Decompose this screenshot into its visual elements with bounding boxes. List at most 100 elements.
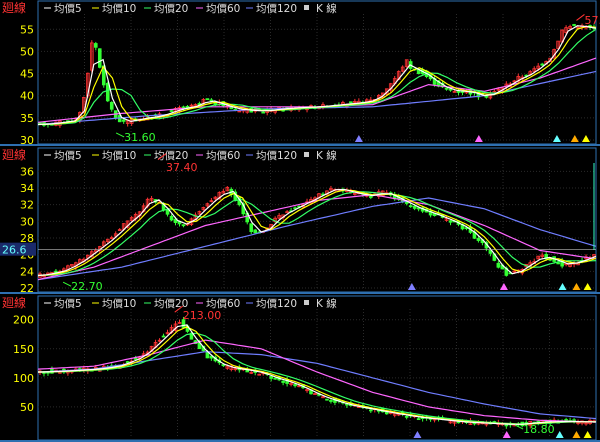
candle-body	[161, 335, 166, 338]
candle	[157, 338, 162, 343]
candle	[285, 210, 289, 214]
candle	[369, 96, 373, 102]
candle	[584, 422, 588, 426]
ma10-line	[37, 189, 597, 277]
candle-body	[269, 375, 273, 379]
low-price-label: 18.80	[523, 423, 555, 436]
y-tick-label: 55	[20, 23, 34, 36]
candle-body	[572, 24, 576, 26]
y-tick-label: 30	[20, 134, 34, 147]
candle	[273, 377, 277, 380]
legend-label: 均價10	[102, 149, 136, 162]
candle	[181, 224, 186, 228]
candle-body	[281, 380, 285, 383]
chart-panel-3: 50100150200廻線 均價5 均價10 均價20 均價60 均價120 K 線213.…	[0, 295, 600, 442]
candle-body	[456, 421, 461, 424]
chart-title: 廻線	[2, 295, 26, 310]
y-tick-label: 36	[20, 165, 34, 178]
candle-body	[476, 238, 481, 241]
high-price-label: 57.00	[584, 14, 600, 27]
candle-body	[412, 205, 417, 209]
candle	[536, 255, 541, 260]
signal-triangle-marker	[583, 431, 592, 438]
y-tick-label: 35	[20, 112, 34, 125]
candle	[205, 98, 210, 101]
candle	[329, 398, 333, 404]
candle	[165, 209, 170, 217]
candle-body	[540, 63, 544, 66]
candle-body	[105, 82, 110, 102]
candle-body	[253, 229, 258, 234]
y-tick-label: 24	[20, 265, 34, 278]
candle	[257, 373, 262, 376]
candle-body	[369, 409, 373, 412]
candle-body	[93, 43, 98, 48]
low-pointer	[115, 132, 125, 138]
signal-triangle-marker	[502, 431, 511, 438]
candle	[404, 59, 409, 68]
candle-body	[97, 48, 102, 68]
signal-triangle-marker	[583, 283, 592, 290]
y-tick-label: 32	[20, 199, 34, 212]
candle-body	[448, 88, 453, 91]
legend-label: 均價120	[256, 297, 297, 310]
candle	[161, 333, 166, 338]
candle-body	[404, 415, 409, 418]
y-tick-label: 45	[20, 68, 34, 81]
candle-body	[273, 377, 277, 380]
candle	[109, 101, 114, 112]
candle	[540, 62, 544, 66]
high-pointer	[576, 14, 585, 21]
panel-frame	[37, 147, 597, 293]
signal-triangle-marker	[413, 431, 422, 438]
candle	[277, 213, 281, 220]
candle	[197, 210, 202, 215]
signal-triangle-marker	[572, 283, 581, 290]
chart-panel-2: 2224262830323436廻線均價5均價10均價20均價60均價120K …	[0, 147, 600, 295]
candle-body	[416, 418, 421, 421]
chart-title: 廻線	[2, 0, 26, 15]
low-price-label: 22.70	[71, 280, 103, 293]
candle-body	[408, 205, 413, 208]
candle	[568, 24, 572, 29]
y-tick-label: 34	[20, 182, 34, 195]
y-tick-label: 200	[13, 314, 34, 327]
chart-panel-1: 30 35 40 45 50 55 廻線 均價5 均價10 均價20 均價60 均價120 K 線 57.…	[0, 0, 600, 147]
candle	[313, 393, 317, 395]
signal-triangle-marker	[558, 283, 567, 290]
candle-body	[181, 224, 186, 227]
y-tick-label: 50	[20, 45, 34, 58]
legend-label: 均價20	[154, 2, 188, 15]
candle	[109, 235, 114, 240]
stock-chart-stack: 303540455055廻線均價5均價10均價20均價60均價120K 線57.…	[0, 0, 600, 442]
ma5-line	[37, 189, 597, 277]
candle	[496, 260, 501, 269]
candle	[448, 219, 453, 226]
candle	[512, 79, 517, 83]
candle-body	[205, 351, 210, 359]
candle-body	[133, 357, 138, 360]
candle	[117, 228, 122, 232]
candle-body	[169, 215, 174, 221]
legend-label: 均價5	[54, 2, 82, 15]
low-price-label: 31.60	[124, 131, 155, 144]
candle	[93, 41, 98, 51]
candle-body	[404, 201, 409, 204]
legend-label: 均價10	[102, 297, 136, 310]
candle	[177, 319, 182, 324]
legend-label: 均價10	[102, 2, 136, 15]
candle-body	[205, 98, 210, 101]
candle	[452, 90, 457, 93]
y-tick-label: 100	[13, 372, 34, 385]
candle	[209, 98, 214, 102]
y-tick-label: 40	[20, 90, 34, 103]
high-price-label: 37.40	[166, 161, 198, 174]
signal-triangle-marker	[354, 135, 363, 142]
candle	[50, 366, 54, 374]
candle-body	[249, 223, 254, 232]
candle-body	[325, 398, 329, 401]
legend-label: 均價120	[256, 149, 297, 162]
candle-body	[349, 101, 353, 104]
legend-label: K 線	[316, 149, 337, 162]
signal-triangle-marker	[555, 431, 564, 438]
